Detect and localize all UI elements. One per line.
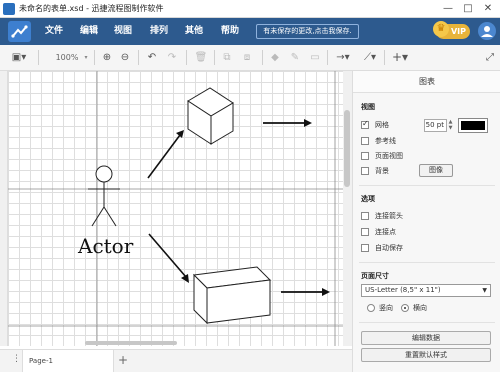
minimize-button[interactable]: — xyxy=(440,1,456,16)
divider xyxy=(359,262,495,263)
autosave-label: 自动保存 xyxy=(375,244,403,252)
reset-style-button[interactable]: 重置默认样式 xyxy=(361,348,491,362)
page-tab[interactable]: Page-1 xyxy=(22,350,114,372)
view-section-title: 视图 xyxy=(361,103,375,111)
grid-color-swatch xyxy=(461,121,485,130)
panel-title: 图表 xyxy=(353,71,500,93)
menu-edit[interactable]: 编辑 xyxy=(80,18,98,45)
grid-label: 网格 xyxy=(375,121,389,129)
actor-label[interactable]: Actor xyxy=(78,234,133,258)
menu-help[interactable]: 帮助 xyxy=(221,18,239,45)
title-bar: 未命名的表单.xsd - 迅捷流程图制作软件 — □ ✕ xyxy=(0,0,500,18)
grid-size-spinner-icon[interactable]: ▲ ▼ xyxy=(447,119,454,132)
portrait-radio[interactable] xyxy=(367,304,375,312)
page-view-checkbox[interactable] xyxy=(361,152,369,160)
divider xyxy=(359,322,495,323)
box-shape[interactable] xyxy=(192,266,272,325)
page-size-section-title: 页面尺寸 xyxy=(361,272,389,280)
app-logo-icon xyxy=(8,21,31,42)
to-back-icon[interactable]: ⧈ xyxy=(240,49,254,66)
divider xyxy=(359,185,495,186)
arrow-connector[interactable] xyxy=(147,130,184,179)
panel-toggle-icon[interactable]: ▣▾ xyxy=(8,49,30,66)
connection-points-checkbox[interactable] xyxy=(361,228,369,236)
zoom-level[interactable]: 100% xyxy=(50,49,84,66)
background-image-button[interactable]: 图像 xyxy=(419,164,453,177)
fill-color-icon[interactable]: ◆ xyxy=(268,49,282,66)
toolbar-separator xyxy=(94,50,95,65)
grid-color-button[interactable] xyxy=(458,118,488,133)
connection-arrows-checkbox[interactable] xyxy=(361,212,369,220)
toolbar-separator xyxy=(38,50,39,65)
grid-size-input[interactable]: 50 pt xyxy=(424,119,447,132)
options-section-title: 选项 xyxy=(361,195,375,203)
connection-points-label: 连接点 xyxy=(375,228,396,236)
arrow-connector[interactable] xyxy=(263,119,312,127)
edit-data-button[interactable]: 编辑数据 xyxy=(361,331,491,345)
menu-arrange[interactable]: 排列 xyxy=(150,18,168,45)
chevron-down-icon: ▼ xyxy=(482,287,487,294)
zoom-out-icon[interactable]: ⊖ xyxy=(118,49,132,66)
menu-bar: 文件 编辑 视图 排列 其他 帮助 有未保存的更改,点击我保存. VIP ♛ xyxy=(0,18,500,45)
vertical-scrollbar[interactable] xyxy=(344,110,350,187)
background-label: 背景 xyxy=(375,167,389,175)
landscape-label: 横向 xyxy=(413,304,427,312)
page-size-select[interactable]: US-Letter (8,5" x 11") ▼ xyxy=(361,284,491,297)
redo-icon[interactable]: ↷ xyxy=(165,49,179,66)
user-avatar-icon[interactable] xyxy=(478,22,496,40)
shadow-icon[interactable]: ▭ xyxy=(308,49,322,66)
actor-shape[interactable] xyxy=(88,165,120,227)
delete-icon[interactable]: 🗑 xyxy=(194,49,208,66)
maximize-button[interactable]: □ xyxy=(460,1,476,16)
landscape-radio[interactable] xyxy=(401,304,409,312)
toolbar-separator xyxy=(327,50,328,65)
undo-icon[interactable]: ↶ xyxy=(145,49,159,66)
unsaved-notice-button[interactable]: 有未保存的更改,点击我保存. xyxy=(256,24,359,39)
guides-label: 参考线 xyxy=(375,137,396,145)
connection-icon[interactable]: →▾ xyxy=(333,49,353,66)
line-color-icon[interactable]: ✎ xyxy=(288,49,302,66)
format-panel: 图表 视图 网格 50 pt ▲▼ 参考线 页面视图 背景 图像 选项 连接箭头… xyxy=(352,71,500,372)
crown-icon: ♛ xyxy=(433,21,449,37)
app-icon xyxy=(3,3,15,15)
guides-checkbox[interactable] xyxy=(361,137,369,145)
insert-icon[interactable]: +▾ xyxy=(390,49,410,66)
fullscreen-icon[interactable]: ⤢ xyxy=(484,49,496,66)
menu-view[interactable]: 视图 xyxy=(114,18,132,45)
menu-file[interactable]: 文件 xyxy=(45,18,63,45)
toolbar-separator xyxy=(138,50,139,65)
grid-checkbox[interactable] xyxy=(361,119,369,129)
arrow-connector[interactable] xyxy=(281,288,330,296)
cube-shape[interactable] xyxy=(187,87,234,145)
close-button[interactable]: ✕ xyxy=(480,1,496,16)
menu-other[interactable]: 其他 xyxy=(185,18,203,45)
window-title: 未命名的表单.xsd - 迅捷流程图制作软件 xyxy=(19,4,164,13)
toolbar: ▣▾ 100% ▾ ⊕ ⊖ ↶ ↷ 🗑 ⧉ ⧈ ◆ ✎ ▭ →▾ ⟋▾ +▾ ⤢ xyxy=(0,45,500,71)
waypoint-icon[interactable]: ⟋▾ xyxy=(360,49,380,66)
toolbar-separator xyxy=(384,50,385,65)
page-menu-icon[interactable]: ⋮ xyxy=(12,354,21,364)
arrow-connector[interactable] xyxy=(148,233,189,283)
diagram-canvas[interactable]: Actor xyxy=(8,71,343,346)
toolbar-separator xyxy=(186,50,187,65)
connection-arrows-label: 连接箭头 xyxy=(375,212,403,220)
page-size-value: US-Letter (8,5" x 11") xyxy=(365,286,441,294)
autosave-checkbox[interactable] xyxy=(361,244,369,252)
page-tabs-bar: ⋮ Page-1 + xyxy=(0,349,352,372)
toolbar-separator xyxy=(262,50,263,65)
horizontal-scrollbar[interactable] xyxy=(85,341,177,345)
add-page-button[interactable]: + xyxy=(118,353,128,367)
shapes-sidebar-collapsed[interactable] xyxy=(0,71,8,346)
zoom-in-icon[interactable]: ⊕ xyxy=(100,49,114,66)
page-view-label: 页面视图 xyxy=(375,152,403,160)
portrait-label: 竖向 xyxy=(379,304,393,312)
background-checkbox[interactable] xyxy=(361,167,369,175)
zoom-dropdown-icon[interactable]: ▾ xyxy=(82,49,90,66)
to-front-icon[interactable]: ⧉ xyxy=(220,49,234,66)
toolbar-separator xyxy=(214,50,215,65)
